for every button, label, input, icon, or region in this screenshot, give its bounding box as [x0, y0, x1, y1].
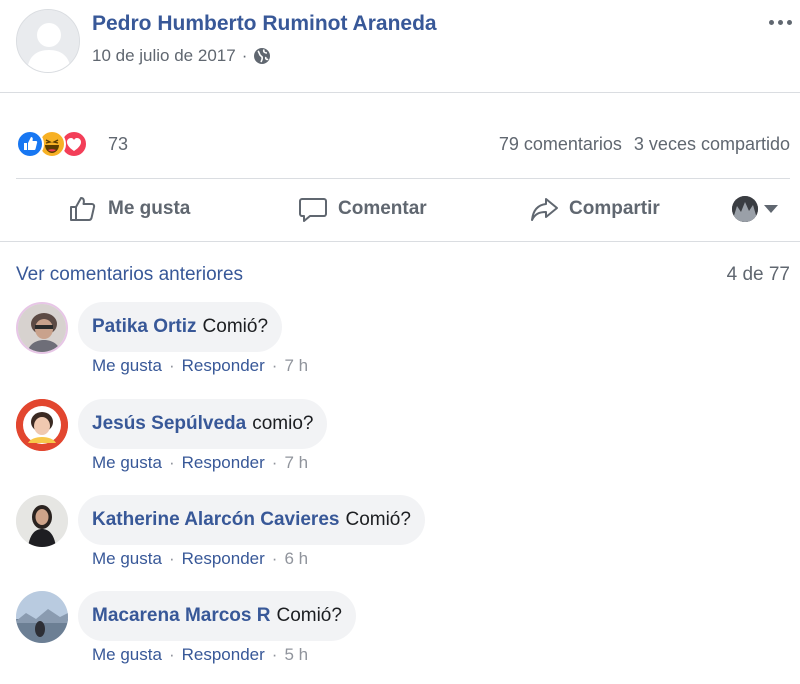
comment-text: Comió? — [345, 509, 411, 530]
commenter-avatar[interactable] — [16, 399, 68, 451]
default-profile-icon — [17, 10, 79, 72]
divider — [16, 178, 790, 179]
post-actions: Me gusta Comentar Compartir — [0, 180, 800, 240]
author-name[interactable]: Pedro Humberto Ruminot Araneda — [92, 12, 437, 36]
comment-text: Comió? — [276, 605, 342, 626]
author-avatar[interactable] — [16, 9, 80, 73]
commenter-avatar[interactable] — [16, 302, 68, 354]
comment-actions: Me gusta · Responder · 7 h — [92, 356, 309, 376]
globe-icon[interactable] — [253, 47, 271, 65]
share-button[interactable]: Compartir — [529, 194, 660, 224]
like-button-label: Me gusta — [108, 198, 191, 219]
like-icon — [16, 130, 44, 158]
comment-like-link[interactable]: Me gusta — [92, 356, 162, 376]
post-meta: 10 de julio de 2017 · — [92, 46, 271, 66]
like-button[interactable]: Me gusta — [68, 194, 190, 224]
comment-reply-link[interactable]: Responder — [182, 549, 265, 569]
view-previous-comments-link[interactable]: Ver comentarios anteriores — [16, 264, 243, 286]
comment-actions: Me gusta · Responder · 5 h — [92, 645, 309, 665]
commenter-name[interactable]: Patika Ortiz — [92, 316, 197, 338]
reaction-icons[interactable] — [16, 130, 88, 158]
comment-reply-link[interactable]: Responder — [182, 645, 265, 665]
comment-item: Jesús Sepúlveda comio? Me gusta · Respon… — [0, 397, 800, 493]
current-user-avatar — [732, 196, 758, 222]
post-date[interactable]: 10 de julio de 2017 — [92, 46, 236, 66]
post-header: Pedro Humberto Ruminot Araneda 10 de jul… — [0, 0, 800, 92]
comment-reply-link[interactable]: Responder — [182, 453, 265, 473]
comment-like-link[interactable]: Me gusta — [92, 645, 162, 665]
chevron-down-icon — [764, 205, 778, 213]
comment-reply-link[interactable]: Responder — [182, 356, 265, 376]
shares-count-link[interactable]: 3 veces compartido — [634, 134, 790, 154]
commenter-name[interactable]: Macarena Marcos R — [92, 605, 270, 627]
divider — [0, 92, 800, 93]
more-options-icon[interactable] — [766, 14, 794, 30]
comment-button[interactable]: Comentar — [298, 194, 427, 224]
comment-time[interactable]: 5 h — [284, 645, 308, 665]
comment-bubble: Macarena Marcos R Comió? — [78, 591, 356, 641]
commenter-name[interactable]: Katherine Alarcón Cavieres — [92, 509, 339, 531]
reaction-stats: 79 comentarios 3 veces compartido — [499, 134, 790, 155]
thumbs-up-icon — [70, 197, 96, 221]
comment-button-label: Comentar — [338, 198, 427, 219]
comments-header: Ver comentarios anteriores 4 de 77 — [0, 262, 800, 290]
comment-bubble: Patika Ortiz Comió? — [78, 302, 283, 352]
commenter-name[interactable]: Jesús Sepúlveda — [92, 413, 246, 435]
comment-text: Comió? — [202, 316, 269, 337]
comment-time[interactable]: 7 h — [284, 453, 308, 473]
comment-text: comio? — [252, 413, 314, 434]
comment-bubble-icon — [299, 198, 327, 222]
comment-bubble: Jesús Sepúlveda comio? — [78, 399, 328, 449]
reactions-row: 73 79 comentarios 3 veces compartido — [0, 126, 800, 166]
share-button-label: Compartir — [569, 198, 660, 219]
commenter-avatar[interactable] — [16, 591, 68, 643]
comments-counter: 4 de 77 — [726, 264, 790, 285]
comment-time[interactable]: 7 h — [284, 356, 308, 376]
share-arrow-icon — [531, 198, 558, 221]
comment-item: Macarena Marcos R Comió? Me gusta · Resp… — [0, 589, 800, 684]
comment-time[interactable]: 6 h — [284, 549, 308, 569]
comments-count-link[interactable]: 79 comentarios — [499, 134, 622, 154]
commenter-avatar[interactable] — [16, 495, 68, 547]
reaction-count[interactable]: 73 — [108, 134, 128, 155]
comment-item: Katherine Alarcón Cavieres Comió? Me gus… — [0, 493, 800, 589]
comment-actions: Me gusta · Responder · 7 h — [92, 453, 309, 473]
audience-selector[interactable] — [732, 196, 778, 222]
comment-item: Patika Ortiz Comió? Me gusta · Responder… — [0, 300, 800, 396]
comment-bubble: Katherine Alarcón Cavieres Comió? — [78, 495, 425, 545]
meta-separator: · — [241, 46, 248, 65]
comment-actions: Me gusta · Responder · 6 h — [92, 549, 309, 569]
divider — [0, 241, 800, 242]
comment-like-link[interactable]: Me gusta — [92, 549, 162, 569]
comment-like-link[interactable]: Me gusta — [92, 453, 162, 473]
